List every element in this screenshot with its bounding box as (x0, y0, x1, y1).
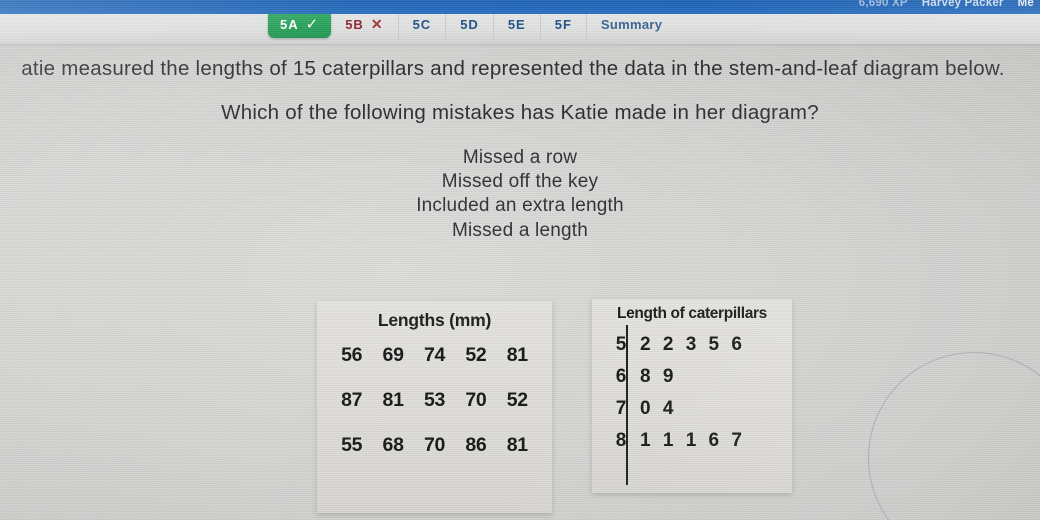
leaf-values: 1 1 1 6 7 (640, 430, 746, 451)
option-missed-off-the-key[interactable]: Missed off the key (0, 170, 1040, 194)
tab-5a-label: 5A (280, 16, 299, 32)
leaf-values: 2 2 3 5 6 (640, 334, 746, 355)
lengths-cell: 74 (423, 344, 446, 366)
lengths-cell: 69 (382, 344, 404, 366)
lengths-table-card: Lengths (mm) 56 69 74 52 81 87 81 53 70 … (317, 301, 552, 513)
lengths-cell: 70 (423, 434, 446, 456)
lengths-table-grid: 56 69 74 52 81 87 81 53 70 52 55 68 70 8… (317, 344, 552, 457)
tab-5c-label: 5C (412, 16, 432, 32)
check-icon: ✓ (305, 15, 320, 33)
stem-and-leaf-title: Length of caterpillars (617, 305, 767, 322)
stem-value: 5 (615, 334, 627, 355)
tab-5d-label: 5D (460, 16, 479, 32)
tab-5e-label: 5E (507, 16, 526, 32)
lengths-cell: 87 (341, 389, 363, 411)
lengths-cell: 52 (506, 389, 528, 411)
stem-and-leaf-body: 5 2 2 3 5 6 6 8 9 7 0 4 8 1 1 1 6 7 (592, 325, 792, 485)
option-missed-a-length[interactable]: Missed a length (0, 219, 1040, 243)
lengths-cell: 86 (465, 434, 487, 456)
menu-button[interactable]: Me (1018, 0, 1034, 9)
lengths-cell: 81 (506, 344, 528, 366)
question-line-1: atie measured the lengths of 15 caterpil… (21, 57, 1005, 80)
stem-value: 6 (615, 366, 627, 387)
cross-icon: ✕ (370, 16, 384, 32)
stem-value: 8 (615, 430, 627, 451)
option-included-an-extra-length[interactable]: Included an extra length (0, 194, 1040, 218)
lengths-cell: 53 (423, 389, 446, 411)
stem-value: 7 (615, 398, 627, 419)
screen-reflection-arc (868, 352, 1040, 520)
lengths-cell: 81 (382, 389, 404, 411)
header-right-group: 6,690 XP Harvey Packer Me (859, 0, 1034, 9)
xp-counter: 6,690 XP (858, 0, 908, 9)
lengths-cell: 55 (341, 434, 363, 456)
lengths-cell: 81 (506, 434, 528, 456)
leaf-values: 8 9 (640, 366, 677, 387)
lengths-table-title: Lengths (mm) (377, 310, 492, 330)
tab-5a[interactable]: 5A ✓ (268, 10, 332, 38)
question-block: atie measured the lengths of 15 caterpil… (0, 56, 1040, 126)
lengths-cell: 68 (382, 434, 404, 456)
lengths-cell: 56 (341, 344, 363, 366)
stem-leaf-divider-line (626, 325, 628, 485)
screen: 6,690 XP Harvey Packer Me 5A ✓ 5B ✕ 5C 5… (0, 0, 1040, 520)
tab-summary-label: Summary (600, 16, 663, 32)
lengths-cell: 70 (465, 389, 487, 411)
question-line-2: Which of the following mistakes has Kati… (221, 101, 819, 124)
user-name[interactable]: Harvey Packer (922, 0, 1004, 9)
answer-options: Missed a row Missed off the key Included… (0, 146, 1040, 243)
leaf-values: 0 4 (640, 398, 677, 419)
tab-5b-label: 5B (345, 16, 364, 32)
lengths-cell: 52 (465, 344, 487, 366)
tab-5f-label: 5F (554, 16, 572, 32)
app-header: 6,690 XP Harvey Packer Me (0, 0, 1040, 14)
option-missed-a-row[interactable]: Missed a row (0, 146, 1040, 170)
stem-and-leaf-card: Length of caterpillars 5 2 2 3 5 6 6 8 9… (592, 299, 792, 493)
